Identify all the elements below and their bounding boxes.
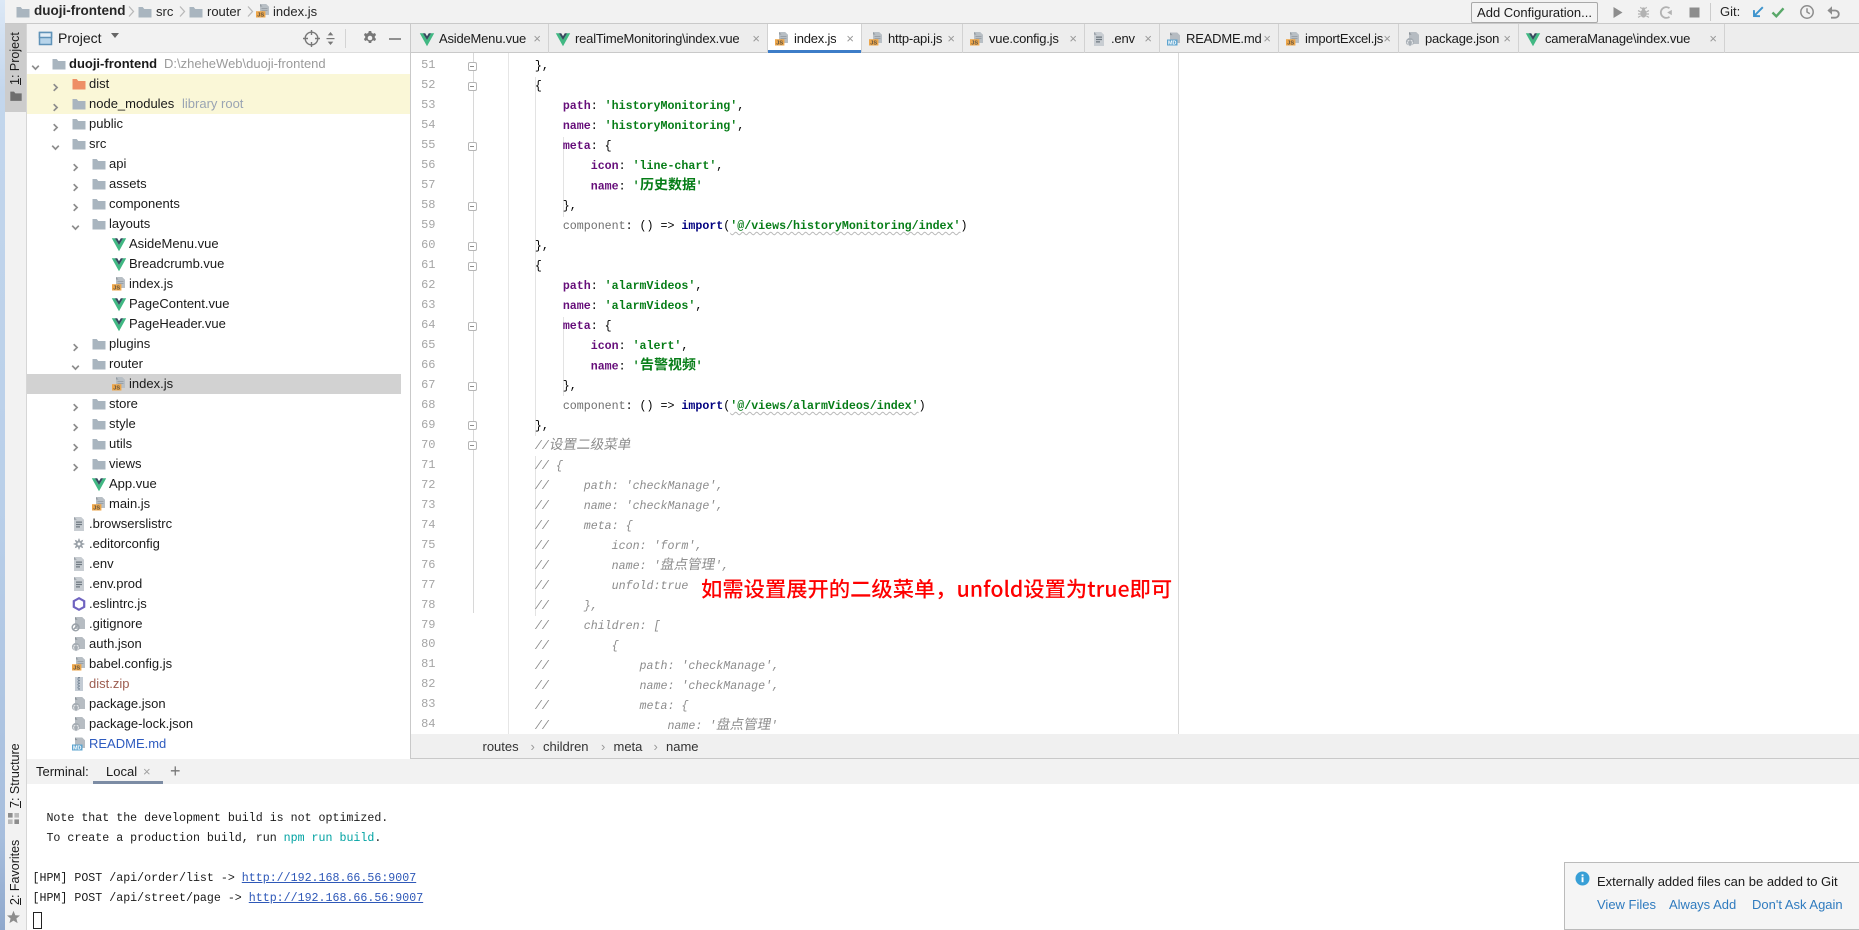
svg-text:JS: JS — [1287, 40, 1294, 46]
svg-text:JS: JS — [93, 505, 100, 511]
svg-text:{}: {} — [72, 724, 80, 731]
svg-text:{}: {} — [72, 704, 80, 711]
svg-text:{}: {} — [1406, 39, 1414, 46]
svg-text:JS: JS — [870, 40, 877, 46]
svg-text:MD: MD — [73, 745, 81, 751]
svg-text:JS: JS — [971, 40, 978, 46]
svg-text:JS: JS — [113, 285, 120, 291]
svg-text:JS: JS — [113, 385, 120, 391]
svg-text:JS: JS — [73, 665, 80, 671]
svg-text:{}: {} — [72, 644, 80, 651]
svg-text:JS: JS — [257, 12, 264, 18]
svg-text:JS: JS — [776, 40, 783, 46]
svg-text:MD: MD — [1168, 40, 1176, 46]
